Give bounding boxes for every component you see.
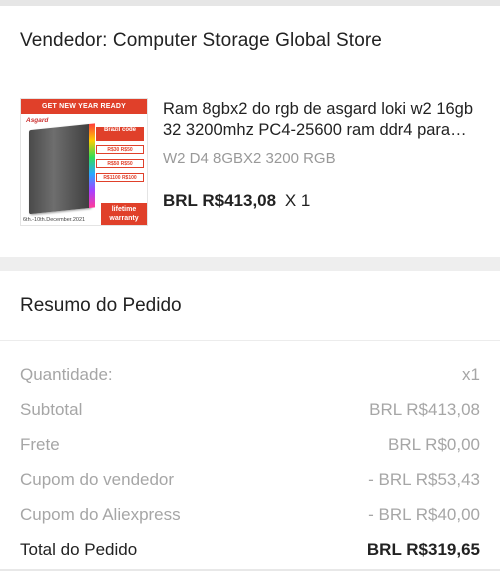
row-value: - BRL R$40,00 — [368, 504, 480, 524]
product-name[interactable]: Ram 8gbx2 do rgb de asgard loki w2 16gb … — [163, 99, 480, 141]
thumbnail-coupon: R$1100 R$100 — [96, 173, 144, 182]
order-summary-title: Resumo do Pedido — [20, 295, 182, 316]
summary-divider — [0, 340, 500, 341]
row-value: BRL R$0,00 — [388, 434, 480, 454]
total-label: Total do Pedido — [20, 539, 138, 559]
thumbnail-flag-badge: Brazil code — [96, 127, 144, 141]
section-gap — [0, 257, 500, 271]
product-info: Ram 8gbx2 do rgb de asgard loki w2 16gb … — [163, 98, 480, 211]
ram-module-image — [29, 123, 95, 215]
product-item[interactable]: GET NEW YEAR READY Asgard Brazil code R$… — [20, 98, 480, 226]
summary-row-total: Total do Pedido BRL R$319,65 — [20, 532, 480, 567]
order-summary-card: Resumo do Pedido Quantidade: x1 Subtotal… — [0, 271, 500, 571]
thumbnail-warranty-badge: lifetime warranty — [101, 203, 147, 225]
row-label: Cupom do Aliexpress — [20, 504, 181, 524]
thumbnail-date: 6th.-10th.December.2021 — [23, 217, 86, 223]
row-label: Subtotal — [20, 399, 83, 419]
row-label: Frete — [20, 434, 60, 454]
total-value: BRL R$319,65 — [366, 539, 480, 559]
row-value: x1 — [462, 364, 480, 384]
row-value: - BRL R$53,43 — [368, 469, 480, 489]
row-label: Quantidade: — [20, 364, 113, 384]
row-label: Cupom do vendedor — [20, 469, 175, 489]
seller-title[interactable]: Vendedor: Computer Storage Global Store — [20, 30, 382, 52]
row-value: BRL R$413,08 — [369, 399, 480, 419]
thumbnail-coupon: R$30 R$50 — [96, 145, 144, 154]
summary-row-aliexpress-coupon: Cupom do Aliexpress - BRL R$40,00 — [20, 497, 480, 532]
product-thumbnail[interactable]: GET NEW YEAR READY Asgard Brazil code R$… — [20, 98, 148, 226]
seller-card: Vendedor: Computer Storage Global Store … — [0, 6, 500, 257]
product-quantity: X 1 — [284, 191, 311, 210]
thumbnail-ribbon: GET NEW YEAR READY — [21, 99, 147, 114]
summary-row-quantity: Quantidade: x1 — [20, 357, 480, 392]
summary-row-shipping: Frete BRL R$0,00 — [20, 427, 480, 462]
rgb-strip — [89, 123, 95, 208]
thumbnail-coupon: R$50 R$50 — [96, 159, 144, 168]
product-price: BRL R$413,08 — [163, 191, 277, 210]
summary-row-subtotal: Subtotal BRL R$413,08 — [20, 392, 480, 427]
product-price-row: BRL R$413,08 X 1 — [163, 190, 480, 211]
product-variant: W2 D4 8GBX2 3200 RGB — [163, 150, 336, 167]
thumbnail-brand: Asgard — [26, 117, 49, 124]
summary-row-seller-coupon: Cupom do vendedor - BRL R$53,43 — [20, 462, 480, 497]
summary-rows: Quantidade: x1 Subtotal BRL R$413,08 Fre… — [20, 357, 480, 567]
